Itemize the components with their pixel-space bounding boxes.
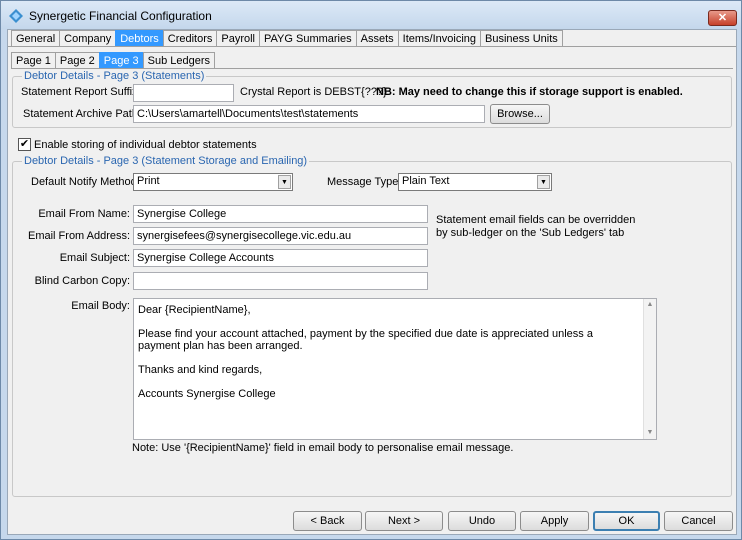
email-body-line [138,352,632,364]
window-title: Synergetic Financial Configuration [29,9,212,23]
sub-tab-divider [11,68,733,69]
override-note: Statement email fields can be overridden… [436,214,636,239]
back-button[interactable]: < Back [293,511,362,531]
app-icon [9,9,23,23]
suffix-input[interactable] [133,84,234,102]
chevron-down-icon: ▼ [278,175,291,189]
enable-storing-checkbox[interactable]: ✔ [18,138,31,151]
email-body-line [138,376,632,388]
archive-path-input[interactable]: C:\Users\amartell\Documents\test\stateme… [133,105,485,123]
notify-method-label: Default Notify Method: [31,176,140,188]
config-window: Synergetic Financial Configuration ✕ Gen… [0,0,742,540]
crystal-report-note: Crystal Report is DEBST{???} [240,86,387,98]
sub-tab-strip: Page 1 Page 2 Page 3 Sub Ledgers [11,52,216,69]
suffix-label: Statement Report Suffix: [21,86,141,98]
enable-storing-label: Enable storing of individual debtor stat… [34,139,257,151]
subtab-page-3[interactable]: Page 3 [98,52,144,69]
ok-button[interactable]: OK [593,511,660,531]
from-address-input[interactable]: synergisefees@synergisecollege.vic.edu.a… [133,227,428,245]
tab-items-invoicing[interactable]: Items/Invoicing [397,30,482,47]
tab-payg-summaries[interactable]: PAYG Summaries [259,30,357,47]
title-bar: Synergetic Financial Configuration ✕ [1,1,741,29]
notify-method-select[interactable]: Print ▼ [133,173,293,191]
email-body-line: Thanks and kind regards, [138,364,263,376]
email-body-textarea[interactable]: Dear {RecipientName}, Please find your a… [133,298,657,440]
apply-button-label: Apply [540,515,569,527]
back-button-label: < Back [310,515,345,527]
email-body-line: Dear {RecipientName}, [138,304,251,316]
cancel-button-label: Cancel [681,515,716,527]
message-type-select[interactable]: Plain Text ▼ [398,173,552,191]
cancel-button[interactable]: Cancel [664,511,733,531]
storage-group-title: Debtor Details - Page 3 (Statement Stora… [22,155,310,167]
tab-payroll[interactable]: Payroll [216,30,260,47]
statements-group-title: Debtor Details - Page 3 (Statements) [22,70,207,82]
subtab-page-1[interactable]: Page 1 [11,52,56,69]
tab-debtors[interactable]: Debtors [115,30,164,47]
main-tab-strip: General Company Debtors Creditors Payroll PAY… [11,30,563,47]
recipient-note: Note: Use '{RecipientName}' field in ema… [132,442,514,454]
email-body-content: Dear {RecipientName}, Please find your a… [138,304,632,400]
message-type-label: Message Type: [327,176,402,188]
subtab-page-2[interactable]: Page 2 [54,52,100,69]
tab-divider [8,46,736,47]
next-button-label: Next > [387,515,421,527]
email-body-line: Please find your account attached, payme… [138,328,597,352]
scroll-up-icon[interactable]: ▲ [644,299,656,311]
close-button[interactable]: ✕ [708,10,737,26]
tab-creditors[interactable]: Creditors [162,30,218,47]
body-scrollbar[interactable]: ▲ ▼ [643,299,656,439]
undo-button-label: Undo [468,515,496,527]
from-name-input[interactable]: Synergise College [133,205,428,223]
from-address-label: Email From Address: [28,230,131,242]
chevron-down-icon: ▼ [537,175,550,189]
subject-input[interactable]: Synergise College Accounts [133,249,428,267]
message-type-value: Plain Text [402,175,450,187]
from-name-label: Email From Name: [38,208,130,220]
archive-path-label: Statement Archive Path: [23,108,142,120]
scroll-down-icon[interactable]: ▼ [644,427,656,439]
notify-method-value: Print [137,175,160,187]
email-body-line [138,316,632,328]
apply-button[interactable]: Apply [520,511,589,531]
tab-company[interactable]: Company [59,30,117,47]
browse-button[interactable]: Browse... [490,104,550,124]
subtab-sub-ledgers[interactable]: Sub Ledgers [142,52,216,69]
bcc-label: Blind Carbon Copy: [34,275,130,287]
email-body-line: Accounts Synergise College [138,388,276,400]
ok-button-label: OK [618,515,635,527]
tab-business-units[interactable]: Business Units [480,30,563,47]
body-label: Email Body: [71,300,130,312]
nb-note: NB: May need to change this if storage s… [376,86,683,98]
undo-button[interactable]: Undo [448,511,516,531]
tab-assets[interactable]: Assets [355,30,399,47]
bcc-input[interactable] [133,272,428,290]
client-area: General Company Debtors Creditors Payroll PAY… [7,29,737,535]
next-button[interactable]: Next > [365,511,443,531]
subject-label: Email Subject: [59,252,130,264]
tab-general[interactable]: General [11,30,61,47]
